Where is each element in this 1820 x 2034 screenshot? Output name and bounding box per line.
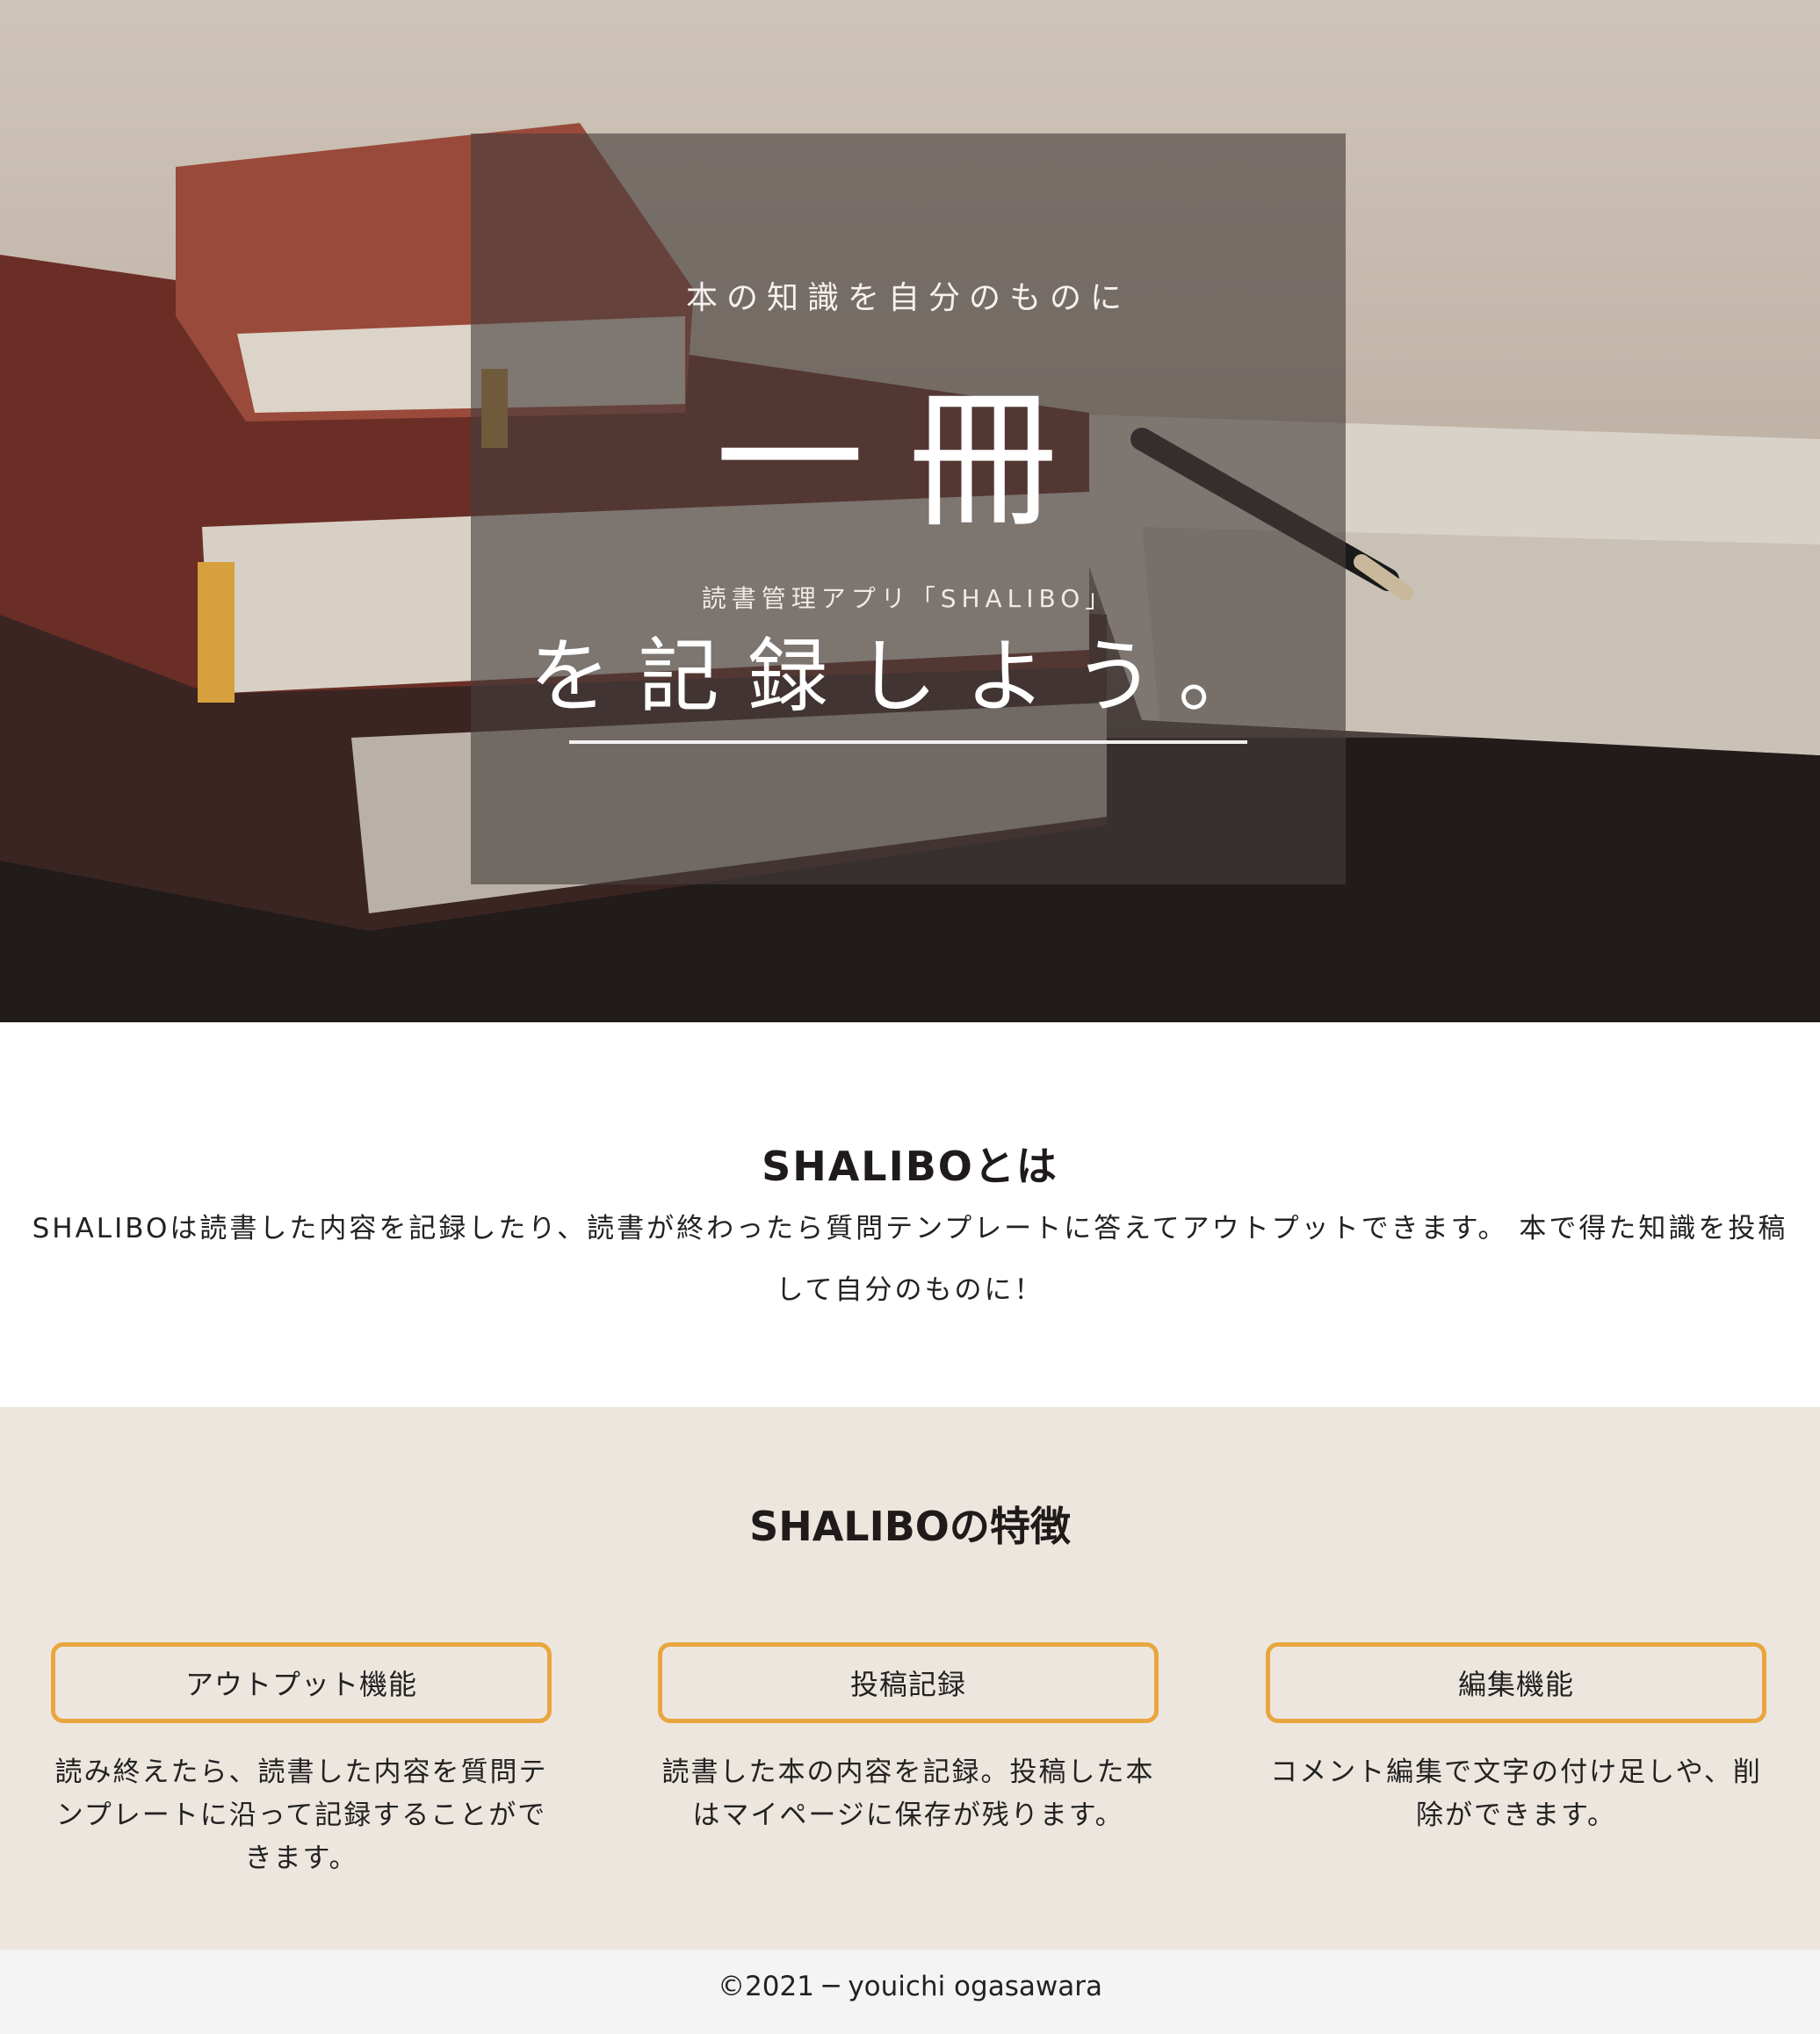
features-section: SHALIBOの特徴 アウトプット機能 読み終えたら、読書した内容を質問テ ンプ… [0, 1407, 1820, 1950]
feature-description-line: きます。 [244, 1843, 358, 1874]
hero-tagline: 本の知識を自分のものに [685, 280, 1130, 316]
about-title: SHALIBOとは [762, 1143, 1058, 1190]
feature-description-line: 読書した本の内容を記録。投稿した本 [661, 1756, 1155, 1788]
feature-description-line: 除ができます。 [1416, 1800, 1616, 1831]
about-text: SHALIBOは読書した内容を記録したり、読書が終わったら質問テンプレートに答え… [0, 1198, 1820, 1321]
feature-description-line: 読み終えたら、読書した内容を質問テ [54, 1756, 548, 1788]
hero-book-word: 一冊 [714, 374, 1101, 548]
features-title: SHALIBOの特徴 [749, 1503, 1071, 1550]
hero-app-name: 読書管理アプリ「SHALIBO」 [701, 584, 1116, 613]
hero-headline: を記録しよう。 [529, 630, 1288, 724]
output-feature-button[interactable]: アウトプット機能 [51, 1642, 552, 1723]
feature-description-line: はマイページに保存が残ります。 [692, 1800, 1124, 1831]
feature-card-edit: 編集機能 コメント編集で文字の付け足しや、削 除ができます。 [1266, 1642, 1766, 1837]
footer-copyright: ©2021 ─ youichi ogasawara [718, 1971, 1102, 2002]
feature-description-line: ンプレートに沿って記録することがで [55, 1800, 547, 1831]
about-text-line: して自分のものに！ [776, 1274, 1044, 1306]
feature-description: 読み終えたら、読書した内容を質問テ ンプレートに沿って記録することがで きます。 [51, 1751, 552, 1880]
about-text-line: SHALIBOは読書した内容を記録したり、読書が終わったら質問テンプレートに答え… [32, 1213, 1788, 1244]
footer: ©2021 ─ youichi ogasawara [0, 1950, 1820, 2034]
about-section: SHALIBOとは SHALIBOは読書した内容を記録したり、読書が終わったら質… [0, 1022, 1820, 1407]
feature-description: コメント編集で文字の付け足しや、削 除ができます。 [1266, 1751, 1766, 1837]
feature-card-output: アウトプット機能 読み終えたら、読書した内容を質問テ ンプレートに沿って記録する… [51, 1642, 552, 1880]
feature-description-line: コメント編集で文字の付け足しや、削 [1270, 1756, 1762, 1788]
edit-feature-button[interactable]: 編集機能 [1266, 1642, 1766, 1723]
hero-underline-divider [569, 740, 1247, 744]
page: 本の知識を自分のものに 一冊 読書管理アプリ「SHALIBO」 を記録しよう。 … [0, 0, 1820, 2034]
feature-description: 読書した本の内容を記録。投稿した本 はマイページに保存が残ります。 [658, 1751, 1159, 1837]
hero-section: 本の知識を自分のものに 一冊 読書管理アプリ「SHALIBO」 を記録しよう。 [0, 0, 1820, 1022]
feature-card-post-record: 投稿記録 読書した本の内容を記録。投稿した本 はマイページに保存が残ります。 [658, 1642, 1159, 1837]
post-record-feature-button[interactable]: 投稿記録 [658, 1642, 1159, 1723]
